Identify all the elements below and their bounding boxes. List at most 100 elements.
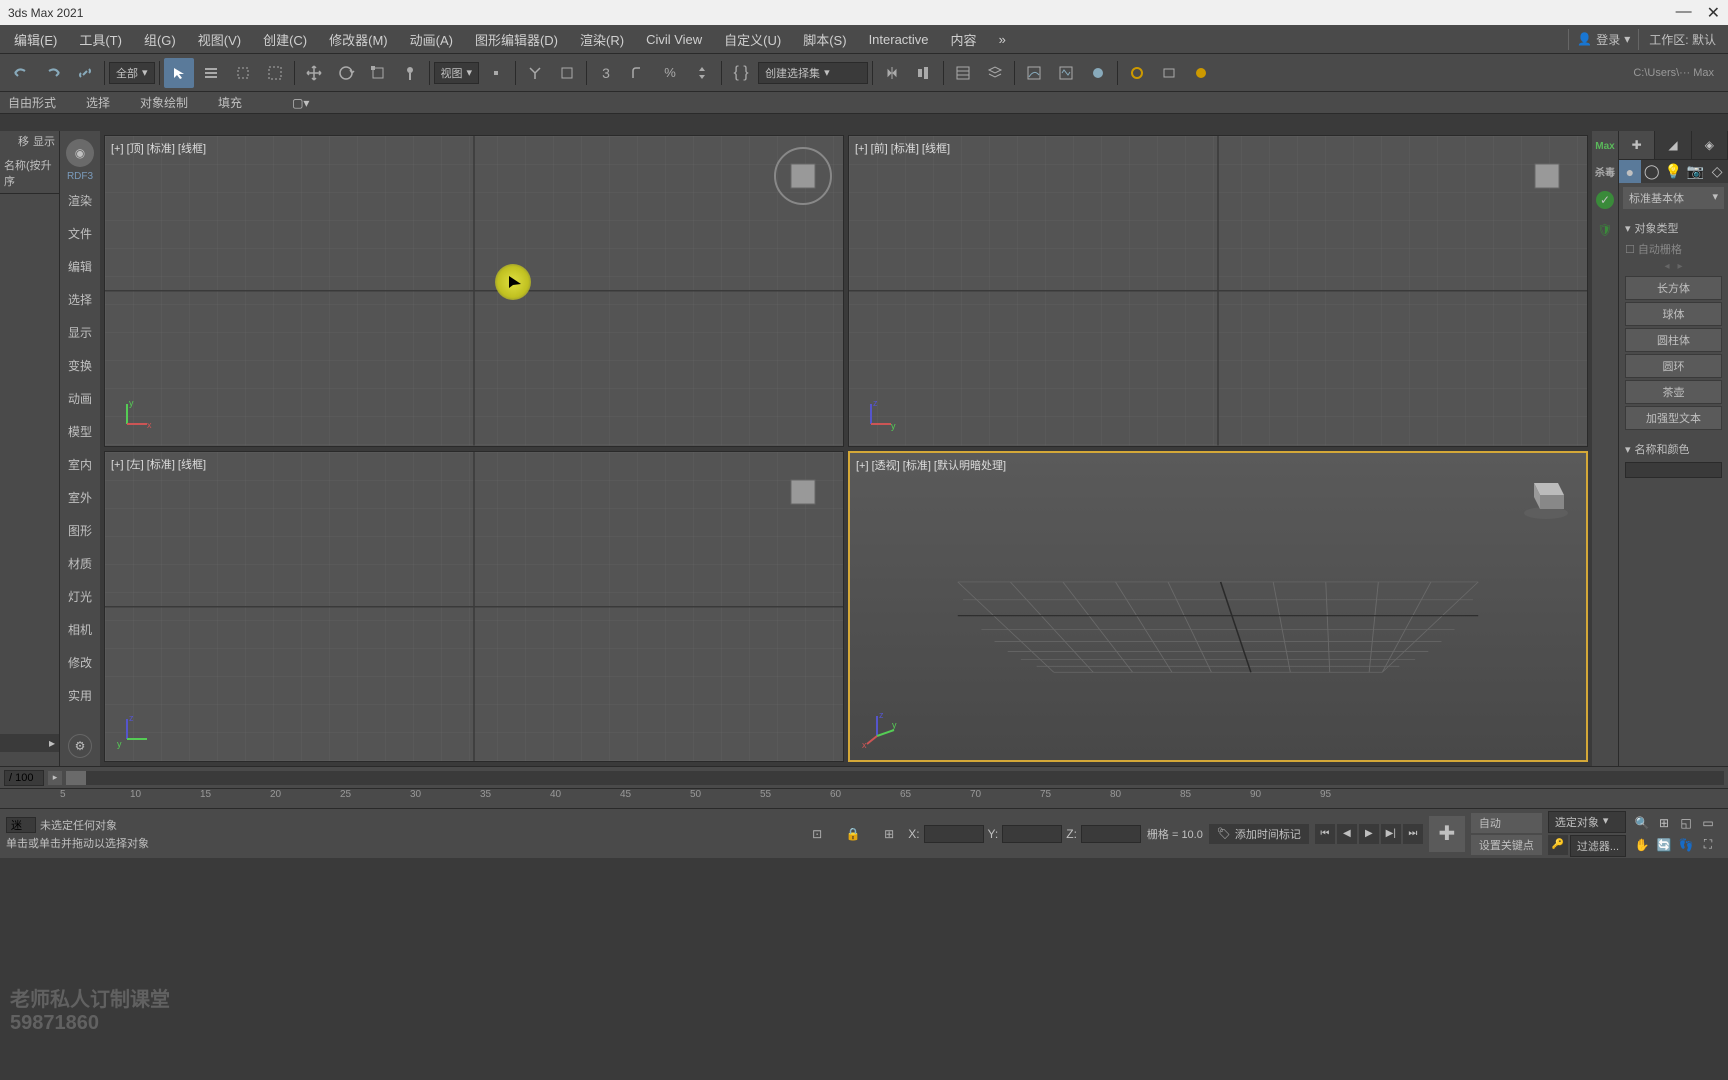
selection-filter-dropdown[interactable]: 全部▾ [109,62,155,84]
window-crossing-button[interactable] [260,58,290,88]
name-color-rollout[interactable]: ▾名称和颜色 [1625,438,1722,460]
prev-arrow[interactable]: ◂ [1664,261,1669,272]
menu-civil-view[interactable]: Civil View [636,28,712,51]
placement-button[interactable] [395,58,425,88]
time-spinner[interactable]: ▸ [48,771,62,785]
login-button[interactable]: 👤 登录 ▾ [1568,29,1639,50]
minimize-button[interactable]: — [1676,3,1692,23]
render-button[interactable] [1186,58,1216,88]
ribbon-populate[interactable]: 填充 [218,94,242,111]
viewport-left-label[interactable]: [+] [左] [标准] [线框] [111,456,206,472]
goto-start-button[interactable]: ⏮ [1315,824,1335,844]
quad-model[interactable]: 模型 [60,417,100,446]
reference-coord-dropdown[interactable]: 视图▾ [434,62,480,84]
link-button[interactable] [70,58,100,88]
quad-material[interactable]: 材质 [60,549,100,578]
select-region-button[interactable] [228,58,258,88]
next-frame-button[interactable]: ▶| [1381,824,1401,844]
key-mode-button[interactable]: 🔑 [1548,835,1568,855]
quad-animation[interactable]: 动画 [60,384,100,413]
curve-editor-button[interactable] [1019,58,1049,88]
mini-listener[interactable] [6,817,36,833]
time-tag-button[interactable]: 🏷添加时间标记 [1209,824,1309,844]
quad-display[interactable]: 显示 [60,318,100,347]
quad-edit[interactable]: 编辑 [60,252,100,281]
close-button[interactable]: ✕ [1707,3,1720,23]
toggle-layer-button[interactable] [980,58,1010,88]
prev-frame-button[interactable]: ◀ [1337,824,1357,844]
snap-button[interactable] [520,58,550,88]
rotate-button[interactable] [331,58,361,88]
render-frame-button[interactable] [1154,58,1184,88]
y-input[interactable] [1002,825,1062,843]
quad-shapes[interactable]: 图形 [60,516,100,545]
menu-edit[interactable]: 编辑(E) [4,26,67,53]
cameras-subtab[interactable]: 📷 [1684,160,1706,183]
scroll-right-button[interactable]: ▸ [0,734,59,752]
ribbon-freeform[interactable]: 自由形式 [8,94,56,111]
workspace-selector[interactable]: 工作区: 默认 [1641,29,1724,50]
angle-snap-toggle[interactable] [623,58,653,88]
menu-overflow[interactable]: » [989,28,1016,51]
shield-icon[interactable]: 🛡 [1596,221,1614,239]
scale-button[interactable] [363,58,393,88]
quad-select[interactable]: 选择 [60,285,100,314]
editable-button[interactable]: { } [726,58,756,88]
quad-transform[interactable]: 变换 [60,351,100,380]
zoom-button[interactable]: 🔍 [1632,813,1652,833]
lights-subtab[interactable]: 💡 [1663,160,1685,183]
select-by-name-button[interactable] [196,58,226,88]
left-tab-display[interactable]: 显示 [33,133,55,151]
viewport-front-label[interactable]: [+] [前] [标准] [线框] [855,140,950,156]
current-frame-input[interactable] [4,770,44,786]
set-key-big-button[interactable]: ✚ [1429,816,1465,852]
quad-camera[interactable]: 相机 [60,615,100,644]
check-icon[interactable]: ✓ [1596,191,1614,209]
hierarchy-tab[interactable]: ◈ [1692,131,1728,159]
quad-file[interactable]: 文件 [60,219,100,248]
menu-interactive[interactable]: Interactive [859,28,939,51]
gear-icon[interactable]: ⚙ [68,734,92,758]
angle-snap-button[interactable] [552,58,582,88]
timeline-ruler[interactable]: 5101520253035404550556065707580859095 [0,788,1728,808]
viewcube-top[interactable] [773,146,833,206]
redo-button[interactable] [38,58,68,88]
menu-group[interactable]: 组(G) [134,26,186,53]
viewcube-left[interactable] [773,462,833,522]
shapes-subtab[interactable]: ◯ [1641,160,1663,183]
viewport-perspective[interactable]: [+] [透视] [标准] [默认明暗处理] zyx [848,451,1588,763]
auto-key-button[interactable]: 自动 [1471,813,1542,833]
zoom-extents-button[interactable]: ◱ [1676,813,1696,833]
quad-exterior[interactable]: 室外 [60,483,100,512]
viewcube-front[interactable] [1517,146,1577,206]
use-pivot-button[interactable] [481,58,511,88]
geometry-subtab[interactable]: ● [1619,160,1641,183]
menu-create[interactable]: 创建(C) [253,26,317,53]
lock-button[interactable]: 🔒 [838,819,868,849]
z-input[interactable] [1081,825,1141,843]
named-selection-dropdown[interactable]: 创建选择集▾ [758,62,868,84]
time-slider[interactable] [66,771,1724,785]
ribbon-dropdown-icon[interactable]: ▢▾ [292,96,309,110]
orbit-button[interactable]: 🔄 [1654,835,1674,855]
viewport-top-label[interactable]: [+] [顶] [标准] [线框] [111,140,206,156]
box-button[interactable]: 长方体 [1625,276,1722,300]
menu-views[interactable]: 视图(V) [188,26,251,53]
ribbon-object-paint[interactable]: 对象绘制 [140,94,188,111]
torus-button[interactable]: 圆环 [1625,354,1722,378]
menu-content[interactable]: 内容 [941,26,987,53]
align-button[interactable] [909,58,939,88]
category-dropdown[interactable]: 标准基本体▾ [1623,187,1724,209]
zoom-all-button[interactable]: ⊞ [1654,813,1674,833]
menu-modifiers[interactable]: 修改器(M) [319,26,398,53]
object-type-rollout[interactable]: ▾对象类型 [1625,217,1722,239]
render-setup-button[interactable] [1122,58,1152,88]
goto-end-button[interactable]: ⏭ [1403,824,1423,844]
schematic-view-button[interactable] [1051,58,1081,88]
undo-button[interactable] [6,58,36,88]
menu-rendering[interactable]: 渲染(R) [570,26,634,53]
menu-customize[interactable]: 自定义(U) [714,26,791,53]
coord-mode-button[interactable]: ⊞ [874,819,904,849]
viewport-front[interactable]: [+] [前] [标准] [线框] zy [848,135,1588,447]
textplus-button[interactable]: 加强型文本 [1625,406,1722,430]
